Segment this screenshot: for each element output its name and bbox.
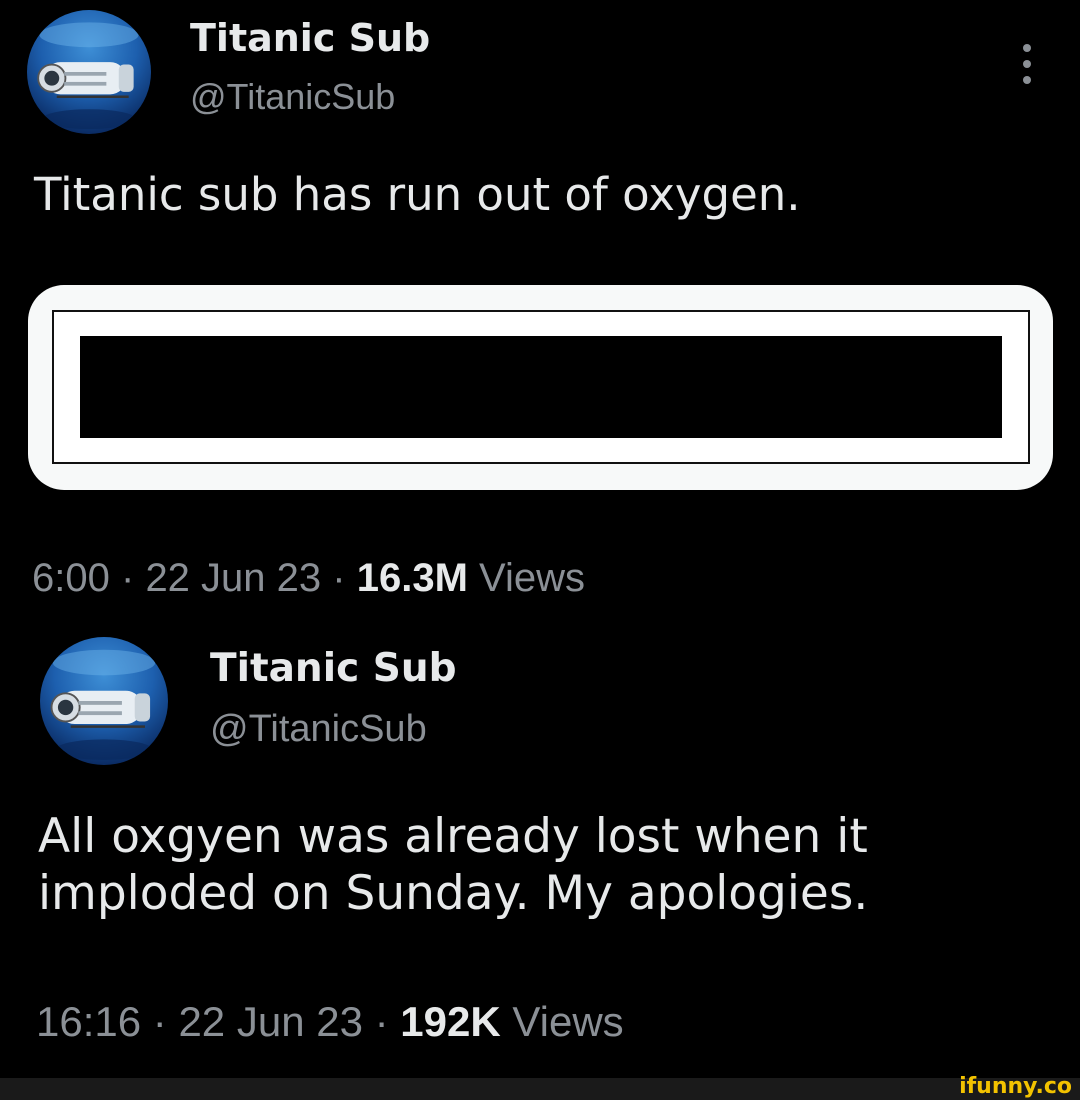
menu-dot: [1023, 76, 1031, 84]
views-count: 16.3M: [356, 556, 468, 600]
separator: ·: [374, 998, 389, 1045]
display-name[interactable]: Titanic Sub: [190, 16, 430, 60]
display-name[interactable]: Titanic Sub: [210, 646, 457, 691]
tweet-text: All oxgyen was already lost when it impl…: [38, 809, 869, 922]
avatar[interactable]: [27, 10, 151, 134]
views-label: Views: [512, 998, 624, 1045]
tweet-time[interactable]: 16:16: [36, 998, 141, 1045]
submarine-avatar-icon: [50, 649, 156, 760]
watermark: ifunny.co: [959, 1074, 1072, 1099]
user-handle[interactable]: @TitanicSub: [210, 708, 427, 751]
tweet-date[interactable]: 22 Jun 23: [178, 998, 363, 1045]
views-count: 192K: [400, 998, 501, 1045]
tweet-time[interactable]: 6:00: [32, 556, 110, 600]
more-vertical-icon[interactable]: [1013, 44, 1041, 84]
separator: ·: [120, 556, 135, 600]
user-handle[interactable]: @TitanicSub: [190, 76, 395, 118]
bottom-bar: [0, 1078, 1080, 1100]
separator: ·: [332, 556, 346, 600]
tweet-date[interactable]: 22 Jun 23: [145, 556, 321, 600]
tweet-text: Titanic sub has run out of oxygen.: [34, 168, 801, 221]
tweet-meta: 6:00 · 22 Jun 23 · 16.3M Views: [32, 556, 585, 601]
separator: ·: [152, 998, 167, 1045]
views-label: Views: [479, 556, 585, 600]
menu-dot: [1023, 60, 1031, 68]
submarine-avatar-icon: [37, 22, 139, 130]
menu-dot: [1023, 44, 1031, 52]
tweet-meta: 16:16 · 22 Jun 23 · 192K Views: [36, 998, 624, 1046]
avatar[interactable]: [40, 637, 168, 765]
redaction-bar: [80, 336, 1002, 438]
